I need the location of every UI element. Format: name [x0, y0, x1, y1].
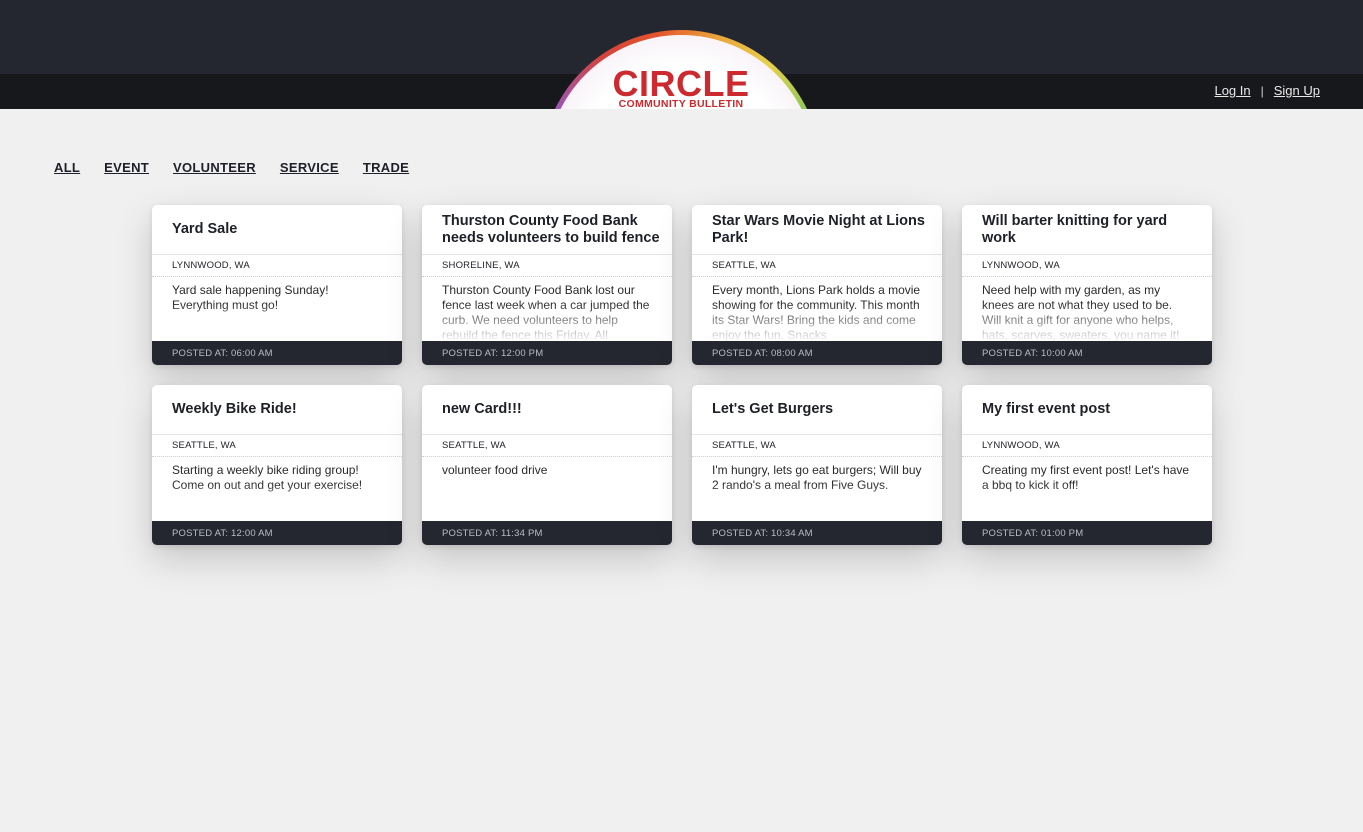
bulletin-card[interactable]: Star Wars Movie Night at Lions Park! SEA… — [692, 205, 942, 365]
card-footer: POSTED AT: 12:00 AM — [152, 521, 402, 545]
posted-time: 12:00 AM — [231, 527, 273, 539]
card-location: LYNNWOOD, WA — [962, 435, 1212, 457]
card-location: LYNNWOOD, WA — [962, 255, 1212, 277]
bulletin-card-grid: Yard Sale LYNNWOOD, WA Yard sale happeni… — [152, 205, 1212, 545]
card-body: Every month, Lions Park holds a movie sh… — [692, 277, 942, 341]
posted-time: 11:34 PM — [501, 527, 543, 539]
filter-event[interactable]: EVENT — [104, 160, 149, 175]
card-location: SEATTLE, WA — [422, 435, 672, 457]
posted-label: POSTED AT: — [442, 527, 499, 539]
card-body: Creating my first event post! Let's have… — [962, 457, 1212, 521]
card-footer: POSTED AT: 10:00 AM — [962, 341, 1212, 365]
auth-links: Log In | Sign Up — [1214, 83, 1320, 98]
card-footer: POSTED AT: 12:00 PM — [422, 341, 672, 365]
card-location: SHORELINE, WA — [422, 255, 672, 277]
bulletin-card[interactable]: Let's Get Burgers SEATTLE, WA I'm hungry… — [692, 385, 942, 545]
card-body-text: Need help with my garden, as my knees ar… — [982, 283, 1180, 341]
filter-service[interactable]: SERVICE — [280, 160, 339, 175]
filter-volunteer[interactable]: VOLUNTEER — [173, 160, 256, 175]
logo-subtitle: COMMUNITY BULLETIN — [618, 98, 744, 109]
card-body: volunteer food drive — [422, 457, 672, 521]
posted-label: POSTED AT: — [712, 347, 769, 359]
login-link[interactable]: Log In — [1214, 83, 1250, 98]
card-title: Will barter knitting for yard work — [962, 205, 1212, 255]
posted-time: 01:00 PM — [1041, 527, 1084, 539]
bulletin-card[interactable]: My first event post LYNNWOOD, WA Creatin… — [962, 385, 1212, 545]
card-body: Thurston County Food Bank lost our fence… — [422, 277, 672, 341]
card-title: Weekly Bike Ride! — [152, 385, 402, 435]
card-title: Thurston County Food Bank needs voluntee… — [422, 205, 672, 255]
card-body-fade — [422, 483, 672, 521]
card-title: new Card!!! — [422, 385, 672, 435]
card-body: Yard sale happening Sunday! Everything m… — [152, 277, 402, 341]
card-body: I'm hungry, lets go eat burgers; Will bu… — [692, 457, 942, 521]
posted-time: 08:00 AM — [771, 347, 813, 359]
card-location: SEATTLE, WA — [152, 435, 402, 457]
card-body-text: Starting a weekly bike riding group! Com… — [172, 463, 363, 492]
card-title: My first event post — [962, 385, 1212, 435]
posted-time: 06:00 AM — [231, 347, 273, 359]
posted-label: POSTED AT: — [982, 527, 1039, 539]
posted-label: POSTED AT: — [712, 527, 769, 539]
card-body-text: I'm hungry, lets go eat burgers; Will bu… — [712, 463, 922, 492]
bulletin-card[interactable]: new Card!!! SEATTLE, WA volunteer food d… — [422, 385, 672, 545]
card-location: LYNNWOOD, WA — [152, 255, 402, 277]
posted-label: POSTED AT: — [982, 347, 1039, 359]
card-title: Let's Get Burgers — [692, 385, 942, 435]
card-body: Starting a weekly bike riding group! Com… — [152, 457, 402, 521]
bulletin-card[interactable]: Yard Sale LYNNWOOD, WA Yard sale happeni… — [152, 205, 402, 365]
card-body-text: Thurston County Food Bank lost our fence… — [442, 283, 650, 341]
posted-time: 10:00 AM — [1041, 347, 1083, 359]
card-footer: POSTED AT: 06:00 AM — [152, 341, 402, 365]
card-footer: POSTED AT: 08:00 AM — [692, 341, 942, 365]
posted-time: 12:00 PM — [501, 347, 544, 359]
card-footer: POSTED AT: 11:34 PM — [422, 521, 672, 545]
card-body-text: Every month, Lions Park holds a movie sh… — [712, 283, 921, 341]
card-body: Need help with my garden, as my knees ar… — [962, 277, 1212, 341]
signup-link[interactable]: Sign Up — [1274, 83, 1320, 98]
posted-label: POSTED AT: — [172, 347, 229, 359]
card-location: SEATTLE, WA — [692, 255, 942, 277]
filter-all[interactable]: ALL — [54, 160, 80, 175]
bulletin-card[interactable]: Weekly Bike Ride! SEATTLE, WA Starting a… — [152, 385, 402, 545]
bulletin-card[interactable]: Thurston County Food Bank needs voluntee… — [422, 205, 672, 365]
card-body-text: Creating my first event post! Let's have… — [982, 463, 1190, 492]
site-logo[interactable]: CIRCLE COMMUNITY BULLETIN — [541, 30, 821, 109]
category-filters: ALL EVENT VOLUNTEER SERVICE TRADE — [54, 160, 409, 175]
filter-trade[interactable]: TRADE — [363, 160, 409, 175]
posted-time: 10:34 AM — [771, 527, 813, 539]
card-footer: POSTED AT: 10:34 AM — [692, 521, 942, 545]
card-footer: POSTED AT: 01:00 PM — [962, 521, 1212, 545]
card-location: SEATTLE, WA — [692, 435, 942, 457]
auth-separator: | — [1260, 83, 1264, 98]
posted-label: POSTED AT: — [442, 347, 499, 359]
card-title: Star Wars Movie Night at Lions Park! — [692, 205, 942, 255]
card-body-text: volunteer food drive — [442, 463, 548, 477]
bulletin-card[interactable]: Will barter knitting for yard work LYNNW… — [962, 205, 1212, 365]
card-title: Yard Sale — [152, 205, 402, 255]
posted-label: POSTED AT: — [172, 527, 229, 539]
card-body-text: Yard sale happening Sunday! Everything m… — [172, 283, 329, 312]
